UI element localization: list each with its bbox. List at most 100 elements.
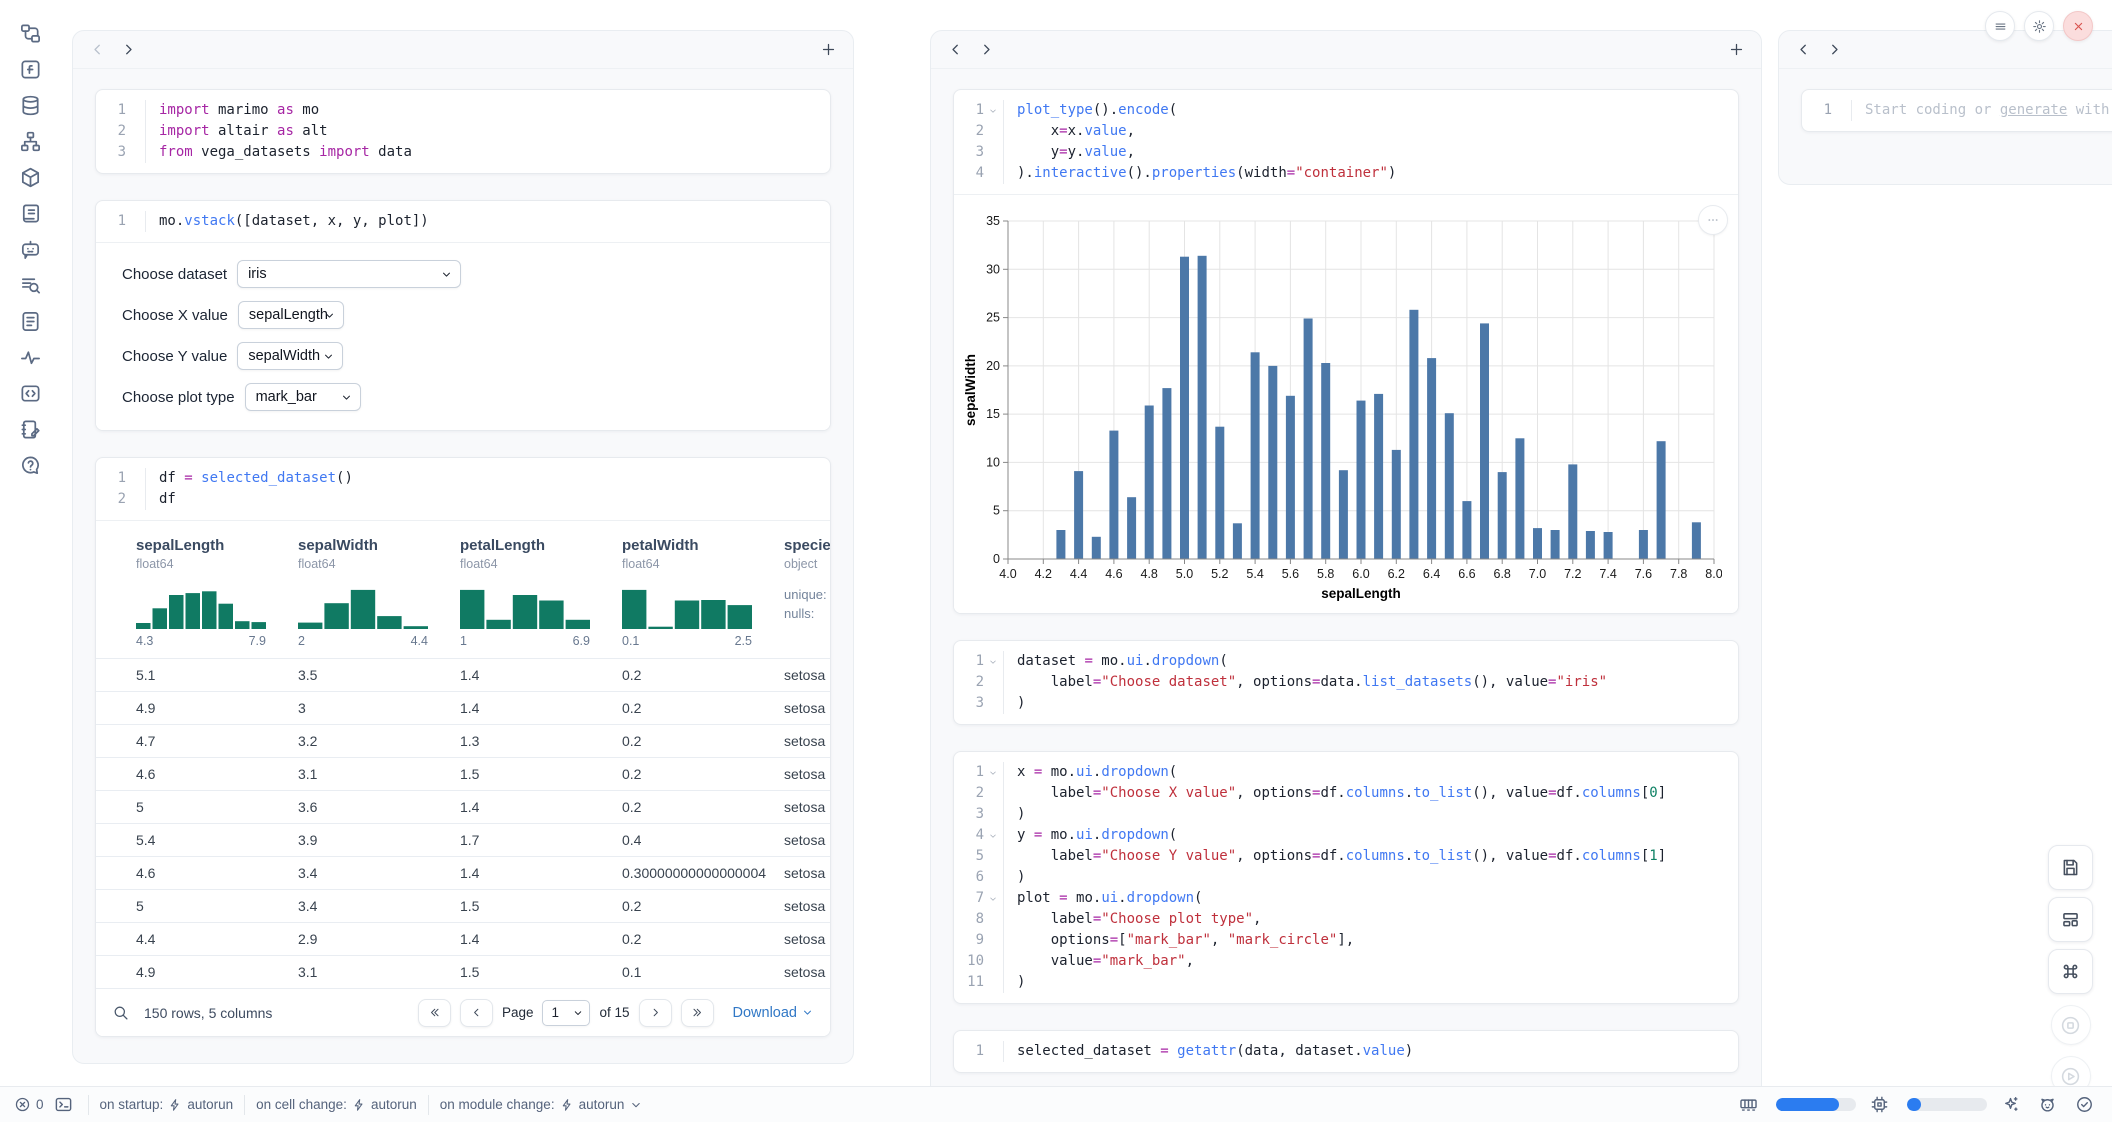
- dependency-graph-icon[interactable]: [19, 130, 42, 153]
- code-editor[interactable]: 1selected_dataset = getattr(data, datase…: [954, 1031, 1738, 1072]
- add-cell-button[interactable]: [1728, 41, 1745, 58]
- code-cell-chart[interactable]: 1plot_type().encode(2 x=x.value,3 y=y.va…: [953, 89, 1739, 614]
- on-cell-change-setting[interactable]: on cell change: autorun: [256, 1097, 417, 1112]
- copilot-button[interactable]: [2038, 1095, 2057, 1114]
- svg-text:6.0: 6.0: [1352, 567, 1369, 581]
- connection-status-icon[interactable]: [2075, 1095, 2094, 1114]
- table-row[interactable]: 5.43.91.70.4setosa: [96, 823, 830, 856]
- package-icon[interactable]: [19, 166, 42, 189]
- table-cell: 0.4: [622, 832, 784, 848]
- chart-menu-button[interactable]: [1698, 205, 1728, 235]
- svg-text:15: 15: [986, 407, 1000, 421]
- table-column-header-species[interactable]: speciesobjectunique:nulls:: [784, 537, 830, 648]
- code-cell-vstack[interactable]: 1mo.vstack([dataset, x, y, plot]) Choose…: [95, 200, 831, 431]
- save-button[interactable]: [2048, 845, 2093, 890]
- fold-chevron-icon[interactable]: [984, 762, 1001, 783]
- chevron-down-icon: [629, 1098, 643, 1112]
- table-column-header-petalLength[interactable]: petalLengthfloat6416.9: [460, 537, 622, 648]
- close-button[interactable]: [2063, 11, 2093, 41]
- chat-bot-icon[interactable]: [19, 238, 42, 261]
- fold-chevron-icon[interactable]: [984, 888, 1001, 909]
- table-row[interactable]: 4.73.21.30.2setosa: [96, 724, 830, 757]
- help-circle-icon[interactable]: [19, 454, 42, 477]
- ai-assistant-button[interactable]: [2001, 1095, 2020, 1114]
- log-search-icon[interactable]: [19, 274, 42, 297]
- table-row[interactable]: 4.63.41.40.30000000000000004setosa: [96, 856, 830, 889]
- last-page-button[interactable]: [681, 999, 714, 1027]
- settings-button[interactable]: [2024, 11, 2054, 41]
- add-cell-button[interactable]: [820, 41, 837, 58]
- control-row: Choose Y valuesepalWidth: [122, 342, 804, 370]
- column-prev-button[interactable]: [947, 41, 964, 58]
- next-page-button[interactable]: [639, 999, 672, 1027]
- code-cell-dataframe[interactable]: 1df = selected_dataset()2df sepalLengthf…: [95, 457, 831, 1037]
- generate-link[interactable]: generate: [2000, 102, 2067, 118]
- empty-code-cell[interactable]: 1 Start coding or generate with AI: [1801, 89, 2112, 132]
- first-page-button[interactable]: [418, 999, 451, 1027]
- code-cell-dataset-dropdown[interactable]: 1dataset = mo.ui.dropdown(2 label="Choos…: [953, 640, 1739, 725]
- table-row[interactable]: 4.931.40.2setosa: [96, 691, 830, 724]
- code-block-icon[interactable]: [19, 382, 42, 405]
- code-line: 1df = selected_dataset(): [96, 468, 816, 489]
- code-cell-imports[interactable]: 1import marimo as mo2import altair as al…: [95, 89, 831, 174]
- table-column-header-petalWidth[interactable]: petalWidthfloat640.12.5: [622, 537, 784, 648]
- file-tree-icon[interactable]: [19, 22, 42, 45]
- circle-x-icon: [14, 1096, 31, 1113]
- scratchpad-icon[interactable]: [19, 418, 42, 441]
- prev-page-button[interactable]: [460, 999, 493, 1027]
- notebook-menu-button[interactable]: [1985, 11, 2015, 41]
- choose-y-value-select[interactable]: sepalWidth: [237, 342, 343, 370]
- table-row[interactable]: 4.93.11.50.1setosa: [96, 955, 830, 988]
- code-placeholder[interactable]: Start coding or generate with AI: [1851, 100, 2112, 121]
- function-square-icon[interactable]: [19, 58, 42, 81]
- code-line: 6): [954, 867, 1724, 888]
- column-next-button[interactable]: [978, 41, 995, 58]
- table-row[interactable]: 53.41.50.2setosa: [96, 889, 830, 922]
- code-line: 1selected_dataset = getattr(data, datase…: [954, 1041, 1724, 1062]
- table-row[interactable]: 4.63.11.50.2setosa: [96, 757, 830, 790]
- table-column-header-sepalLength[interactable]: sepalLengthfloat644.37.9: [136, 537, 298, 648]
- scroll-icon[interactable]: [19, 202, 42, 225]
- table-row[interactable]: 4.42.91.40.2setosa: [96, 922, 830, 955]
- fold-chevron-icon[interactable]: [984, 100, 1001, 121]
- document-icon[interactable]: [19, 310, 42, 333]
- code-editor[interactable]: 1dataset = mo.ui.dropdown(2 label="Choos…: [954, 641, 1738, 724]
- table-row[interactable]: 53.61.40.2setosa: [96, 790, 830, 823]
- code-editor[interactable]: 1x = mo.ui.dropdown(2 label="Choose X va…: [954, 752, 1738, 1003]
- code-editor[interactable]: 1df = selected_dataset()2df: [96, 458, 830, 520]
- search-icon[interactable]: [112, 1004, 129, 1021]
- choose-x-value-select[interactable]: sepalLength: [238, 301, 344, 329]
- table-cell: setosa: [784, 898, 830, 914]
- table-column-header-sepalWidth[interactable]: sepalWidthfloat6424.4: [298, 537, 460, 648]
- download-button[interactable]: Download: [733, 1005, 815, 1021]
- column-prev-button[interactable]: [1795, 41, 1812, 58]
- fold-chevron-icon[interactable]: [984, 825, 1001, 846]
- code-editor[interactable]: 1mo.vstack([dataset, x, y, plot]): [96, 201, 830, 242]
- fold-chevron-icon[interactable]: [984, 651, 1001, 672]
- chevron-down-icon: [801, 1006, 814, 1019]
- layout-button[interactable]: [2048, 897, 2093, 942]
- errors-indicator[interactable]: 0: [14, 1096, 44, 1113]
- activity-icon[interactable]: [19, 346, 42, 369]
- code-cell-xy-plot-dropdowns[interactable]: 1x = mo.ui.dropdown(2 label="Choose X va…: [953, 751, 1739, 1004]
- code-editor[interactable]: 1plot_type().encode(2 x=x.value,3 y=y.va…: [954, 90, 1738, 194]
- code-cell-selected-dataset[interactable]: 1selected_dataset = getattr(data, datase…: [953, 1030, 1739, 1073]
- on-startup-setting[interactable]: on startup: autorun: [100, 1097, 234, 1112]
- code-line: 8 label="Choose plot type",: [954, 909, 1724, 930]
- table-row[interactable]: 5.13.51.40.2setosa: [96, 658, 830, 691]
- database-icon[interactable]: [19, 94, 42, 117]
- table-cell: 1.5: [460, 898, 622, 914]
- choose-dataset-select[interactable]: iris: [237, 260, 461, 288]
- line-number: 2: [954, 121, 984, 142]
- column-next-button[interactable]: [1826, 41, 1843, 58]
- choose-plot-type-select[interactable]: mark_bar: [245, 383, 361, 411]
- column-next-button[interactable]: [120, 41, 137, 58]
- terminal-button[interactable]: [54, 1095, 73, 1114]
- keyboard-shortcuts-button[interactable]: [2048, 949, 2093, 994]
- code-editor[interactable]: 1import marimo as mo2import altair as al…: [96, 90, 830, 173]
- bar-chart[interactable]: 051015202530354.04.24.44.64.85.05.25.45.…: [962, 209, 1730, 605]
- on-module-change-setting[interactable]: on module change: autorun: [440, 1097, 644, 1112]
- column-prev-button[interactable]: [89, 41, 106, 58]
- page-select[interactable]: 1: [542, 1000, 590, 1026]
- stop-button[interactable]: [2051, 1005, 2091, 1045]
